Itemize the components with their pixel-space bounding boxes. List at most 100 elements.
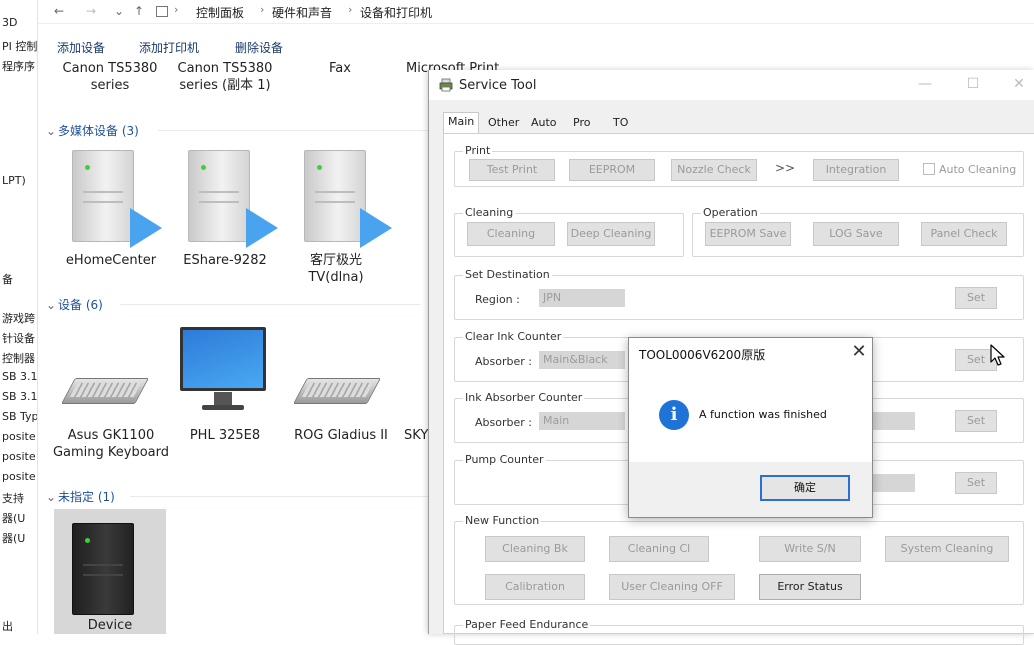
set-absorber-button[interactable]: Set: [955, 410, 997, 432]
auto-cleaning-label: Auto Cleaning: [939, 163, 1017, 176]
printer-icon: [439, 78, 453, 92]
nav-item[interactable]: 控制器: [2, 350, 35, 366]
nav-item[interactable]: 出: [2, 618, 13, 634]
group-divider: [130, 496, 430, 497]
log-save-button[interactable]: LOG Save: [813, 222, 899, 246]
group-title: 未指定 (1): [58, 490, 115, 504]
nav-item[interactable]: 程序序: [2, 58, 35, 74]
system-cleaning-button[interactable]: System Cleaning: [885, 536, 1009, 562]
group-title: Ink Absorber Counter: [463, 391, 585, 404]
tab-pro[interactable]: Pro: [569, 114, 594, 134]
chevron-down-icon: ⌄: [46, 490, 57, 504]
auto-cleaning-checkbox[interactable]: [923, 163, 935, 175]
media-server-icon: [72, 150, 134, 242]
breadcrumb-separator: ›: [174, 3, 179, 16]
info-icon: i: [659, 400, 689, 430]
nav-item[interactable]: posite: [2, 470, 36, 483]
calibration-button[interactable]: Calibration: [485, 574, 585, 600]
breadcrumb-devices-printers[interactable]: 设备和打印机: [360, 4, 432, 21]
tab-auto[interactable]: Auto: [527, 114, 561, 134]
up-arrow-icon[interactable]: ↑: [132, 4, 146, 18]
set-destination-button[interactable]: Set: [955, 287, 997, 309]
deep-cleaning-button[interactable]: Deep Cleaning: [567, 222, 655, 246]
group-divider: [158, 130, 458, 131]
group-title: Set Destination: [463, 268, 552, 281]
eeprom-save-button[interactable]: EEPROM Save: [705, 222, 791, 246]
absorber-select[interactable]: Main&Black: [539, 351, 625, 369]
nav-item[interactable]: SB 3.1: [2, 390, 37, 403]
device-item-monitor[interactable]: PHL 325E8: [172, 427, 278, 444]
device-item-mouse[interactable]: ROG Gladius II: [288, 427, 394, 444]
cleaning-button[interactable]: Cleaning: [467, 222, 555, 246]
back-arrow-icon[interactable]: ←: [52, 4, 66, 18]
panel-check-button[interactable]: Panel Check: [921, 222, 1007, 246]
region-select[interactable]: JPN: [539, 289, 625, 307]
cleaning-bk-button[interactable]: Cleaning Bk: [485, 536, 585, 562]
nav-item[interactable]: 支持: [2, 490, 24, 506]
error-status-button[interactable]: Error Status: [759, 574, 861, 600]
set-pump-button[interactable]: Set: [955, 472, 997, 494]
close-icon[interactable]: ✕: [1009, 76, 1029, 92]
nav-item[interactable]: SB 3.1: [2, 370, 37, 383]
device-item-eshare[interactable]: EShare-9282: [172, 252, 278, 269]
maximize-icon[interactable]: ☐: [963, 76, 983, 92]
cleaning-cl-button[interactable]: Cleaning Cl: [609, 536, 709, 562]
nav-item[interactable]: 针设备: [2, 330, 35, 346]
nav-item[interactable]: posite: [2, 450, 36, 463]
user-cleaning-off-button[interactable]: User Cleaning OFF: [609, 574, 735, 600]
device-label: ROG Gladius II: [294, 428, 388, 443]
write-sn-button[interactable]: Write S/N: [759, 536, 861, 562]
remove-device-button[interactable]: 删除设备: [235, 39, 283, 56]
paper-feed-endurance-group: Paper Feed Endurance: [454, 618, 1024, 645]
device-item-living-room-tv[interactable]: 客厅极光 TV(dlna): [296, 252, 376, 286]
nav-item[interactable]: 备: [2, 271, 13, 287]
device-item-device[interactable]: Device: [54, 617, 166, 634]
tab-other[interactable]: Other: [484, 114, 523, 134]
nav-item[interactable]: LPT): [2, 174, 26, 187]
tab-main[interactable]: Main: [443, 112, 480, 134]
cleaning-group: Cleaning Cleaning Deep Cleaning: [454, 206, 684, 257]
nav-item[interactable]: 游戏跨: [2, 310, 35, 326]
printer-label: Fax: [329, 61, 351, 76]
message-dialog: TOOL0006V6200原版 ✕ i A function was finis…: [628, 337, 873, 518]
recent-locations-icon[interactable]: ⌄: [112, 4, 126, 18]
nozzle-check-button[interactable]: Nozzle Check: [671, 159, 757, 181]
breadcrumb-control-panel[interactable]: 控制面板: [196, 4, 244, 21]
printer-item[interactable]: Canon TS5380 series (副本 1): [172, 60, 278, 94]
printer-item[interactable]: Canon TS5380 series: [60, 60, 160, 94]
group-header-multimedia[interactable]: ⌄ 多媒体设备 (3): [46, 122, 139, 139]
printer-item[interactable]: Fax: [300, 60, 380, 77]
absorber-select[interactable]: Main: [539, 412, 625, 430]
nav-item[interactable]: 器(U: [2, 530, 25, 546]
forward-arrow-icon[interactable]: →: [84, 4, 98, 18]
close-icon[interactable]: ✕: [849, 342, 869, 362]
add-printer-button[interactable]: 添加打印机: [139, 39, 199, 56]
group-header-unspecified[interactable]: ⌄ 未指定 (1): [46, 488, 115, 505]
breadcrumb-separator: ›: [260, 3, 265, 16]
address-bar: ← → ⌄ ↑ › 控制面板 › 硬件和声音 › 设备和打印机: [38, 0, 1034, 24]
title-bar[interactable]: Service Tool — ☐ ✕: [429, 70, 1034, 100]
eeprom-button[interactable]: EEPROM: [569, 159, 655, 181]
tab-to[interactable]: TO: [609, 114, 632, 134]
group-title: 设备 (6): [58, 298, 103, 312]
printer-label: Canon TS5380 series: [62, 61, 158, 93]
nav-item[interactable]: PI 控制: [2, 38, 37, 54]
test-print-button[interactable]: Test Print: [469, 159, 555, 181]
group-title: Operation: [701, 206, 760, 219]
breadcrumb-hardware-sound[interactable]: 硬件和声音: [272, 4, 332, 21]
more-button[interactable]: >>: [775, 161, 795, 175]
device-item-ehomecenter[interactable]: eHomeCenter: [52, 252, 170, 269]
nav-item[interactable]: 3D: [2, 16, 17, 29]
window-title: Service Tool: [459, 78, 537, 93]
device-tower-icon: [72, 523, 134, 615]
minimize-icon[interactable]: —: [915, 76, 935, 92]
add-device-button[interactable]: 添加设备: [57, 39, 105, 56]
integration-button[interactable]: Integration: [813, 159, 899, 181]
device-label: 客厅极光 TV(dlna): [308, 253, 364, 285]
nav-item[interactable]: posite: [2, 430, 36, 443]
group-header-devices[interactable]: ⌄ 设备 (6): [46, 296, 103, 313]
nav-item[interactable]: SB Typ: [2, 410, 37, 423]
nav-item[interactable]: 器(U: [2, 510, 25, 526]
ok-button[interactable]: 确定: [760, 475, 850, 501]
device-item-keyboard[interactable]: Asus GK1100 Gaming Keyboard: [52, 427, 170, 461]
